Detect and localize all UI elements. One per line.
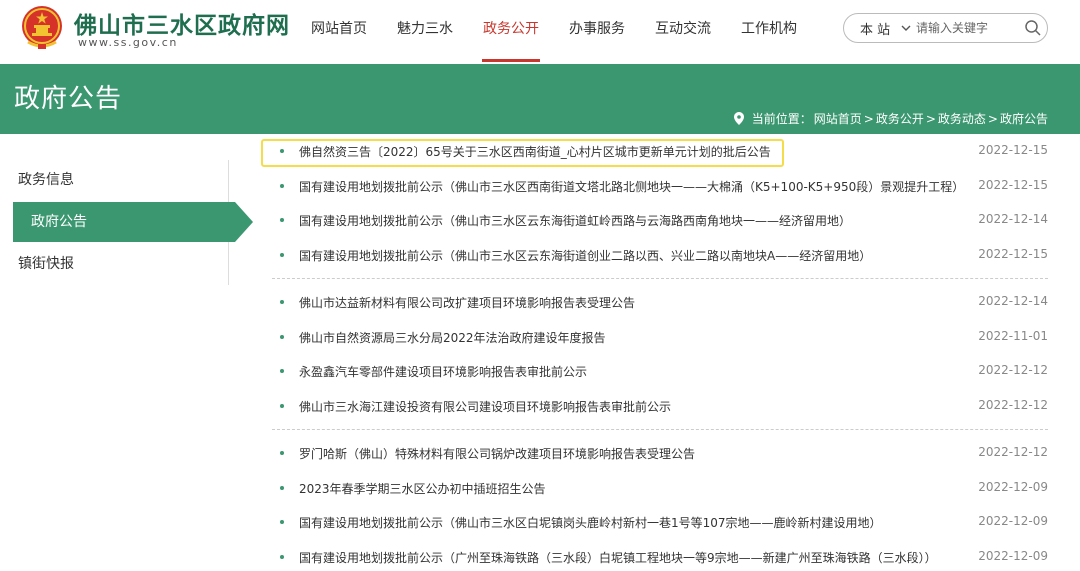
news-date: 2022-12-12 [978,363,1048,377]
page-title: 政府公告 [14,84,123,114]
bullet-icon [280,554,284,559]
page-banner: 政府公告 当前位置： 网站首页 > 政务公开 > 政务动态 > 政府公告 [0,64,1080,134]
news-date: 2022-12-14 [978,212,1048,226]
nav-item-agencies[interactable]: 工作机构 [726,0,812,64]
news-title-link[interactable]: 国有建设用地划拨批前公示（佛山市三水区云东海街道虹岭西路与云海路西南角地块一——… [299,212,851,229]
breadcrumb-current[interactable]: 政府公告 [1000,110,1048,127]
search-box: 本 站 [843,13,1048,43]
news-date: 2022-12-09 [978,548,1048,563]
list-item: 罗门哈斯（佛山）特殊材料有限公司锅炉改建项目环境影响报告表受理公告 2022-1… [272,436,1048,471]
bullet-icon [280,252,284,257]
location-pin-icon [733,112,744,125]
nav-item-interaction[interactable]: 互动交流 [640,0,726,64]
news-title-link[interactable]: 佛山市自然资源局三水分局2022年法治政府建设年度报告 [299,329,606,346]
bullet-icon [280,300,284,304]
bullet-icon [280,183,284,188]
group-divider [272,278,1048,279]
list-item: 佛自然资三告〔2022〕65号关于三水区西南街道_心村片区城市更新单元计划的批后… [261,134,1048,169]
chevron-down-icon[interactable] [900,22,912,34]
news-title-link[interactable]: 国有建设用地划拨批前公示（佛山市三水区云东海街道创业二路以西、兴业二路以南地块A… [299,247,871,264]
news-title-link[interactable]: 罗门哈斯（佛山）特殊材料有限公司锅炉改建项目环境影响报告表受理公告 [299,445,695,462]
news-list: 佛自然资三告〔2022〕65号关于三水区西南街道_心村片区城市更新单元计划的批后… [261,134,1048,571]
news-title-link[interactable]: 国有建设用地划拨批前公示（佛山市三水区西南街道文塔北路北侧地块一——大棉涌（K5… [299,178,964,195]
breadcrumb-prefix: 当前位置： [751,112,812,126]
search-input[interactable] [916,18,1024,38]
list-item: 国有建设用地划拨批前公示（佛山市三水区云东海街道创业二路以西、兴业二路以南地块A… [272,238,1048,273]
bullet-icon [280,520,284,524]
bullet-icon [280,334,284,339]
breadcrumb-separator: > [925,111,936,126]
news-date: 2022-12-15 [978,246,1048,261]
nav-item-services[interactable]: 办事服务 [554,0,640,64]
bullet-icon [280,451,284,455]
list-item: 国有建设用地划拨批前公示（广州至珠海铁路（三水段）白坭镇工程地块一等9宗地——新… [272,540,1048,571]
list-item: 国有建设用地划拨批前公示（佛山市三水区西南街道文塔北路北侧地块一——大棉涌（K5… [272,169,1048,204]
news-title-link[interactable]: 永盈鑫汽车零部件建设项目环境影响报告表审批前公示 [299,363,587,380]
site-url: www.ss.gov.cn [78,36,178,49]
site-header: 佛山市三水区政府网 www.ss.gov.cn 网站首页 魅力三水 政务公开 办… [0,0,1080,64]
list-item: 国有建设用地划拨批前公示（佛山市三水区白坭镇岗头鹿岭村新村一巷1号等107宗地—… [272,505,1048,540]
news-title-link[interactable]: 国有建设用地划拨批前公示（佛山市三水区白坭镇岗头鹿岭村新村一巷1号等107宗地—… [299,514,882,531]
bullet-icon [280,485,284,490]
sidebar-item-government-notices[interactable]: 政府公告 [13,202,253,242]
list-item: 佛山市自然资源局三水分局2022年法治政府建设年度报告 2022-11-01 [272,320,1048,355]
news-date: 2022-12-15 [978,177,1048,192]
breadcrumb-government-affairs[interactable]: 政务公开 [876,110,924,127]
nav-item-charm-sanshui[interactable]: 魅力三水 [382,0,468,64]
main-nav: 网站首页 魅力三水 政务公开 办事服务 互动交流 工作机构 [296,0,812,64]
news-title-link[interactable]: 佛自然资三告〔2022〕65号关于三水区西南街道_心村片区城市更新单元计划的批后… [299,143,771,160]
breadcrumb-government-news[interactable]: 政务动态 [938,110,986,127]
sidebar-item-town-news[interactable]: 镇街快报 [14,244,214,284]
bullet-icon [280,369,284,373]
breadcrumb-home[interactable]: 网站首页 [814,110,862,127]
breadcrumb: 当前位置： 网站首页 > 政务公开 > 政务动态 > 政府公告 [733,110,1048,127]
nav-item-government-affairs[interactable]: 政务公开 [468,0,554,64]
national-emblem-icon[interactable] [20,4,64,50]
bullet-icon [280,403,284,408]
news-date: 2022-11-01 [978,328,1048,343]
breadcrumb-separator: > [863,111,874,126]
group-divider [272,429,1048,430]
news-date: 2022-12-14 [978,294,1048,308]
search-icon[interactable] [1024,19,1042,37]
news-date: 2022-12-09 [978,514,1048,528]
list-item: 2023年春季学期三水区公办初中插班招生公告 2022-12-09 [272,471,1048,506]
news-date: 2022-12-15 [978,143,1048,157]
list-item: 佛山市三水海江建设投资有限公司建设项目环境影响报告表审批前公示 2022-12-… [272,389,1048,424]
bullet-icon [280,218,284,222]
list-item: 佛山市达益新材料有限公司改扩建项目环境影响报告表受理公告 2022-12-14 [272,285,1048,320]
news-title-link[interactable]: 2023年春季学期三水区公办初中插班招生公告 [299,480,546,497]
list-item: 国有建设用地划拨批前公示（佛山市三水区云东海街道虹岭西路与云海路西南角地块一——… [272,203,1048,238]
news-date: 2022-12-12 [978,445,1048,459]
search-scope-select[interactable]: 本 站 [860,19,890,38]
nav-item-home[interactable]: 网站首页 [296,0,382,64]
list-item: 永盈鑫汽车零部件建设项目环境影响报告表审批前公示 2022-12-12 [272,354,1048,389]
bullet-icon [280,149,284,153]
news-date: 2022-12-12 [978,397,1048,412]
sidebar-item-government-info[interactable]: 政务信息 [14,160,214,200]
breadcrumb-separator: > [987,111,998,126]
sidebar: 政务信息 政府公告 镇街快报 [0,160,253,285]
news-title-link[interactable]: 佛山市达益新材料有限公司改扩建项目环境影响报告表受理公告 [299,294,635,311]
news-title-link[interactable]: 国有建设用地划拨批前公示（广州至珠海铁路（三水段）白坭镇工程地块一等9宗地——新… [299,549,937,566]
news-date: 2022-12-09 [978,479,1048,494]
site-title[interactable]: 佛山市三水区政府网 [74,6,290,40]
news-title-link[interactable]: 佛山市三水海江建设投资有限公司建设项目环境影响报告表审批前公示 [299,398,671,415]
